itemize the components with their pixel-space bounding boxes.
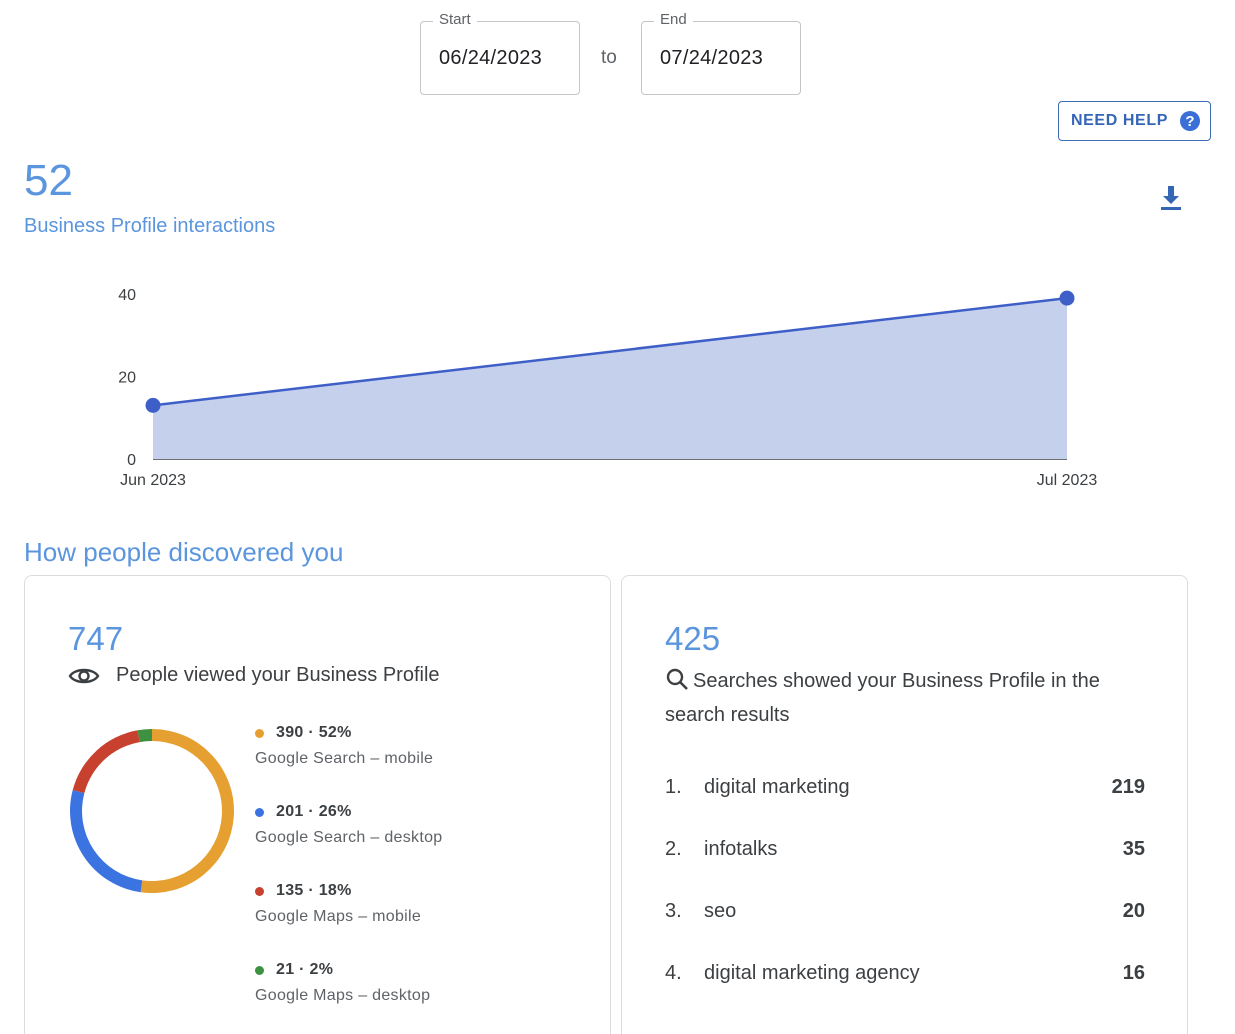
chart-point[interactable] [145, 397, 161, 413]
searches-total: 425 [665, 620, 721, 657]
query-term: infotalks [704, 838, 778, 860]
query-rank: 4. [665, 962, 682, 984]
legend-stat: 390 · 52% [276, 724, 352, 741]
start-date-value[interactable]: 06/24/2023 [439, 47, 542, 70]
legend-item: 390 · 52% Google Search – mobile [255, 724, 442, 803]
views-card: 747 People viewed your Business Profile … [24, 575, 611, 1034]
views-total: 747 [68, 620, 124, 657]
query-term: seo [704, 900, 737, 922]
legend-color-dot [255, 728, 264, 738]
eye-icon [68, 668, 100, 683]
start-date-field[interactable]: Start 06/24/2023 [420, 11, 580, 95]
start-date-label: Start [433, 11, 477, 28]
donut-slice[interactable] [137, 729, 152, 743]
chart-y-tick-label: 20 [118, 370, 136, 387]
donut-slice[interactable] [70, 790, 143, 893]
search-query-list: 1. digital marketing 219 2. infotalks 35 3. seo… [665, 750, 1145, 1011]
interactions-total: 52 [24, 156, 73, 205]
donut-slice[interactable] [72, 730, 140, 794]
legend-color-dot [255, 886, 264, 896]
legend-stat: 21 · 2% [276, 961, 334, 978]
searches-card: 425 Searches showed your Business Profil… [621, 575, 1188, 1034]
views-legend: 390 · 52% Google Search – mobile 201 · 26%… [255, 724, 442, 1034]
legend-label: Google Maps – mobile [255, 908, 422, 925]
views-header: People viewed your Business Profile [68, 664, 440, 687]
chart-y-tick-label: 0 [127, 452, 136, 469]
query-term: digital marketing [704, 776, 850, 798]
legend-stat: 135 · 18% [276, 882, 352, 899]
searches-label: Searches showed your Business Profile in… [665, 670, 1100, 726]
legend-item: 135 · 18% Google Maps – mobile [255, 882, 442, 961]
download-icon[interactable] [1158, 184, 1184, 212]
query-rank: 2. [665, 838, 682, 860]
query-count: 20 [1122, 900, 1145, 922]
query-row: 4. digital marketing agency 16 [665, 936, 1145, 1011]
query-rank: 3. [665, 900, 682, 922]
date-separator: to [601, 47, 617, 68]
query-term: digital marketing agency [704, 962, 920, 984]
need-help-button[interactable]: NEED HELP ? [1058, 101, 1211, 141]
interactions-chart: 0 20 40 Jun 2023 Jul 2023 [118, 287, 1098, 489]
end-date-label: End [654, 11, 693, 28]
chart-y-tick-label: 40 [118, 287, 136, 304]
legend-color-dot [255, 807, 264, 817]
donut-slice[interactable] [140, 729, 235, 893]
legend-label: Google Search – mobile [255, 750, 434, 767]
legend-color-dot [255, 965, 264, 975]
chart-area-fill [153, 298, 1067, 459]
legend-stat: 201 · 26% [276, 803, 352, 820]
query-rank: 1. [665, 776, 682, 798]
discovery-title: How people discovered you [24, 537, 344, 567]
legend-item: 21 · 2% Google Maps – desktop [255, 961, 442, 1034]
views-donut-chart [70, 729, 235, 893]
end-date-value[interactable]: 07/24/2023 [660, 47, 763, 70]
end-date-field[interactable]: End 07/24/2023 [641, 11, 801, 95]
chart-x-tick-label: Jun 2023 [120, 472, 186, 489]
legend-label: Google Maps – desktop [255, 987, 431, 1004]
query-count: 16 [1122, 962, 1145, 984]
query-count: 219 [1111, 776, 1145, 798]
help-circle-icon: ? [1179, 111, 1200, 131]
query-count: 35 [1122, 838, 1145, 860]
legend-item: 201 · 26% Google Search – desktop [255, 803, 442, 882]
views-label: People viewed your Business Profile [116, 664, 440, 686]
chart-x-tick-label: Jul 2023 [1037, 472, 1098, 489]
chart-point[interactable] [1059, 290, 1075, 306]
need-help-label: NEED HELP [1071, 112, 1168, 129]
interactions-label: Business Profile interactions [24, 215, 276, 237]
searches-header: Searches showed your Business Profile in… [665, 664, 1155, 732]
search-icon [666, 668, 688, 690]
legend-label: Google Search – desktop [255, 829, 443, 846]
